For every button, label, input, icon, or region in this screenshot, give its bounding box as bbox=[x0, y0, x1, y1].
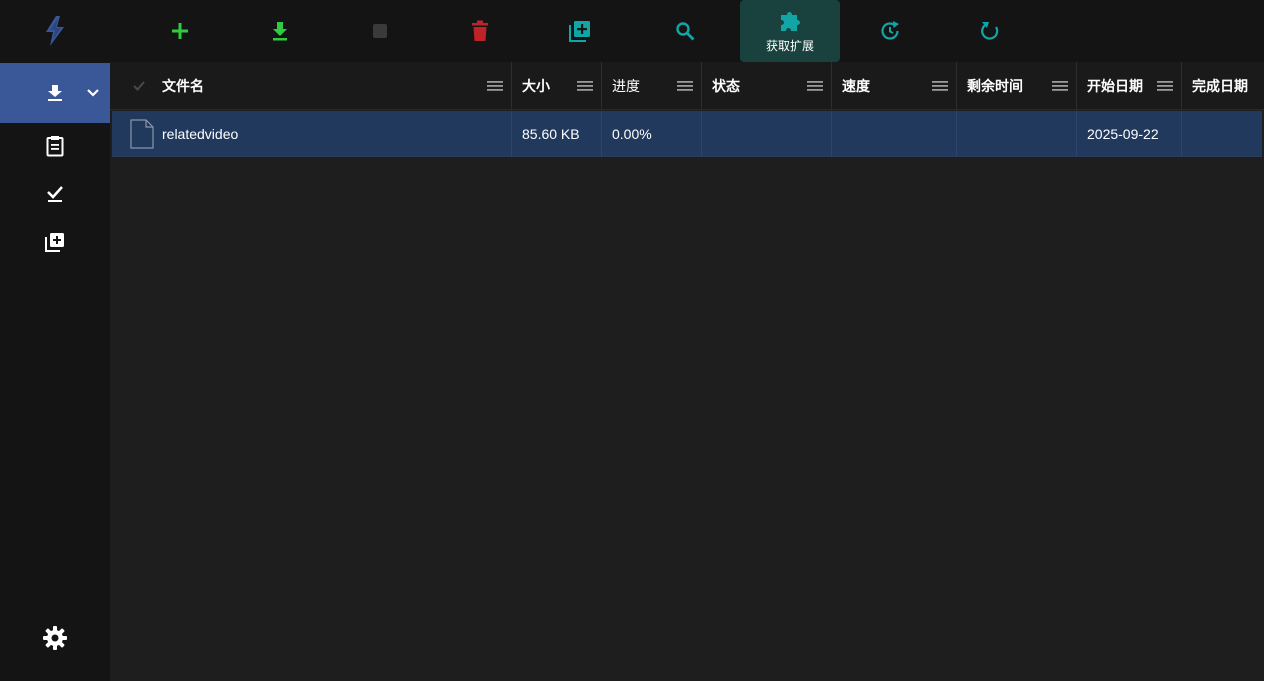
cell-progress: 0.00% bbox=[602, 111, 702, 157]
column-header-label: 剩余时间 bbox=[967, 78, 1023, 94]
column-header-speed[interactable]: 速度 bbox=[832, 62, 957, 110]
drag-handle-icon[interactable] bbox=[1052, 81, 1068, 91]
lightning-logo-icon bbox=[46, 16, 64, 46]
cell-speed bbox=[832, 111, 957, 157]
drag-handle-icon[interactable] bbox=[487, 81, 503, 91]
library-add-icon bbox=[569, 21, 590, 42]
column-header-filename[interactable]: 文件名 bbox=[110, 62, 512, 110]
column-header-label: 状态 bbox=[712, 78, 740, 94]
extensions-button[interactable]: 获取扩展 bbox=[740, 0, 840, 62]
table-header: 文件名 大小 进度 状态 速度 剩余时间 开始日期 完成日期 bbox=[110, 62, 1264, 110]
drag-handle-icon[interactable] bbox=[677, 81, 693, 91]
drag-handle-icon[interactable] bbox=[932, 81, 948, 91]
puzzle-icon bbox=[781, 11, 800, 31]
sidebar-item-completed[interactable] bbox=[0, 172, 110, 216]
toolbar: 获取扩展 bbox=[110, 0, 1264, 62]
column-header-label: 进度 bbox=[612, 78, 640, 94]
column-header-label: 大小 bbox=[522, 78, 550, 94]
cell-size: 85.60 KB bbox=[512, 111, 602, 157]
library-add-icon bbox=[45, 233, 64, 252]
refresh-button[interactable] bbox=[940, 0, 1040, 62]
gear-icon bbox=[43, 626, 67, 650]
stop-icon bbox=[373, 24, 387, 38]
history-icon bbox=[881, 21, 899, 40]
sidebar-item-downloading[interactable] bbox=[0, 63, 110, 123]
table-row[interactable]: relatedvideo 85.60 KB 0.00% 2025-09-22 bbox=[112, 111, 1262, 157]
column-header-remaining[interactable]: 剩余时间 bbox=[957, 62, 1077, 110]
settings-button[interactable] bbox=[0, 616, 110, 660]
column-header-status[interactable]: 状态 bbox=[702, 62, 832, 110]
cell-status bbox=[702, 111, 832, 157]
sidebar-item-queue[interactable] bbox=[0, 124, 110, 168]
column-header-size[interactable]: 大小 bbox=[512, 62, 602, 110]
stop-button[interactable] bbox=[330, 0, 430, 62]
download-icon bbox=[48, 85, 62, 101]
drag-handle-icon[interactable] bbox=[577, 81, 593, 91]
add-button[interactable] bbox=[130, 0, 230, 62]
add-batch-button[interactable] bbox=[530, 0, 630, 62]
download-icon bbox=[273, 22, 287, 41]
cell-finish-date bbox=[1182, 111, 1262, 157]
sidebar-item-batch[interactable] bbox=[0, 220, 110, 264]
download-button[interactable] bbox=[230, 0, 330, 62]
history-button[interactable] bbox=[840, 0, 940, 62]
check-icon bbox=[47, 186, 63, 202]
column-header-start-date[interactable]: 开始日期 bbox=[1077, 62, 1182, 110]
search-button[interactable] bbox=[635, 0, 735, 62]
column-header-progress[interactable]: 进度 bbox=[602, 62, 702, 110]
chevron-down-icon[interactable] bbox=[86, 88, 100, 98]
drag-handle-icon[interactable] bbox=[807, 81, 823, 91]
sidebar bbox=[0, 0, 110, 681]
column-header-label: 文件名 bbox=[162, 78, 204, 94]
cell-start-date: 2025-09-22 bbox=[1077, 111, 1182, 157]
column-header-label: 速度 bbox=[842, 78, 870, 94]
refresh-icon bbox=[981, 22, 999, 40]
clipboard-icon bbox=[46, 136, 64, 157]
check-icon[interactable] bbox=[132, 80, 146, 92]
search-icon bbox=[676, 22, 695, 41]
plus-icon bbox=[172, 23, 188, 39]
app-logo bbox=[0, 0, 110, 62]
column-header-finish-date[interactable]: 完成日期 bbox=[1182, 62, 1264, 110]
file-icon bbox=[130, 119, 154, 149]
filename-text: relatedvideo bbox=[162, 126, 239, 142]
column-header-label: 开始日期 bbox=[1087, 78, 1143, 94]
cell-filename: relatedvideo bbox=[112, 111, 512, 157]
cell-remaining bbox=[957, 111, 1077, 157]
download-table: 文件名 大小 进度 状态 速度 剩余时间 开始日期 完成日期 relatedvi… bbox=[110, 62, 1264, 681]
drag-handle-icon[interactable] bbox=[1157, 81, 1173, 91]
trash-icon bbox=[472, 20, 488, 41]
extensions-label: 获取扩展 bbox=[765, 38, 814, 53]
column-header-label: 完成日期 bbox=[1192, 78, 1248, 94]
delete-button[interactable] bbox=[430, 0, 530, 62]
